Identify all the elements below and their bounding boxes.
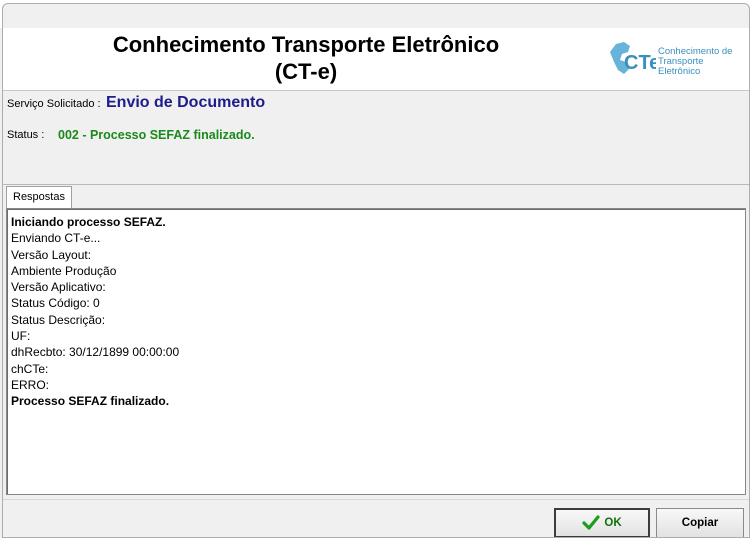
section-divider xyxy=(3,184,749,185)
log-line: Status Descrição: xyxy=(11,312,106,327)
dialog-header: Conhecimento Transporte Eletrônico (CT-e… xyxy=(3,28,749,90)
log-line: Versão Layout: xyxy=(11,247,92,262)
title-line-2: (CT-e) xyxy=(274,59,338,84)
logo-line-2: Transporte Eletrônico xyxy=(658,56,704,77)
ok-button-label: OK xyxy=(604,517,622,529)
copy-button[interactable]: Copiar xyxy=(656,508,744,537)
check-icon xyxy=(582,515,600,530)
dialog-footer: OK Copiar xyxy=(3,499,749,537)
status-value: 002 - Processo SEFAZ finalizado. xyxy=(58,128,255,142)
service-value: Envio de Documento xyxy=(106,94,266,111)
log-line: ERRO: xyxy=(11,377,50,392)
log-line: Ambiente Produção xyxy=(11,263,117,278)
log-line: Enviando CT-e... xyxy=(11,231,101,246)
copy-button-label: Copiar xyxy=(681,517,719,529)
log-line: Processo SEFAZ finalizado. xyxy=(11,394,170,409)
title-line-1: Conhecimento Transporte Eletrônico xyxy=(112,32,500,57)
ok-button[interactable]: OK xyxy=(554,508,650,537)
service-label: Serviço Solicitado : xyxy=(7,98,101,110)
cte-logo: CTe Conhecimento de Transporte Eletrônic… xyxy=(606,38,746,78)
log-line: Status Código: 0 xyxy=(11,296,100,311)
response-log[interactable]: Iniciando processo SEFAZ. Enviando CT-e.… xyxy=(6,208,746,495)
cte-dialog: Conhecimento Transporte Eletrônico (CT-e… xyxy=(2,3,750,538)
header-divider xyxy=(3,90,749,91)
log-line: dhRecbto: 30/12/1899 00:00:00 xyxy=(11,345,180,360)
log-line: Iniciando processo SEFAZ. xyxy=(11,215,166,229)
logo-text: Conhecimento de Transporte Eletrônico xyxy=(658,47,746,77)
log-line: UF: xyxy=(11,329,31,344)
status-label: Status : xyxy=(7,129,45,141)
logo-mark-text: CTe xyxy=(624,52,656,74)
page-title: Conhecimento Transporte Eletrônico (CT-e… xyxy=(21,31,591,85)
log-line: Versão Aplicativo: xyxy=(11,280,106,295)
brazil-map-icon: CTe xyxy=(610,42,656,74)
log-line: chCTe: xyxy=(11,361,49,376)
tab-respostas[interactable]: Respostas xyxy=(6,186,72,208)
